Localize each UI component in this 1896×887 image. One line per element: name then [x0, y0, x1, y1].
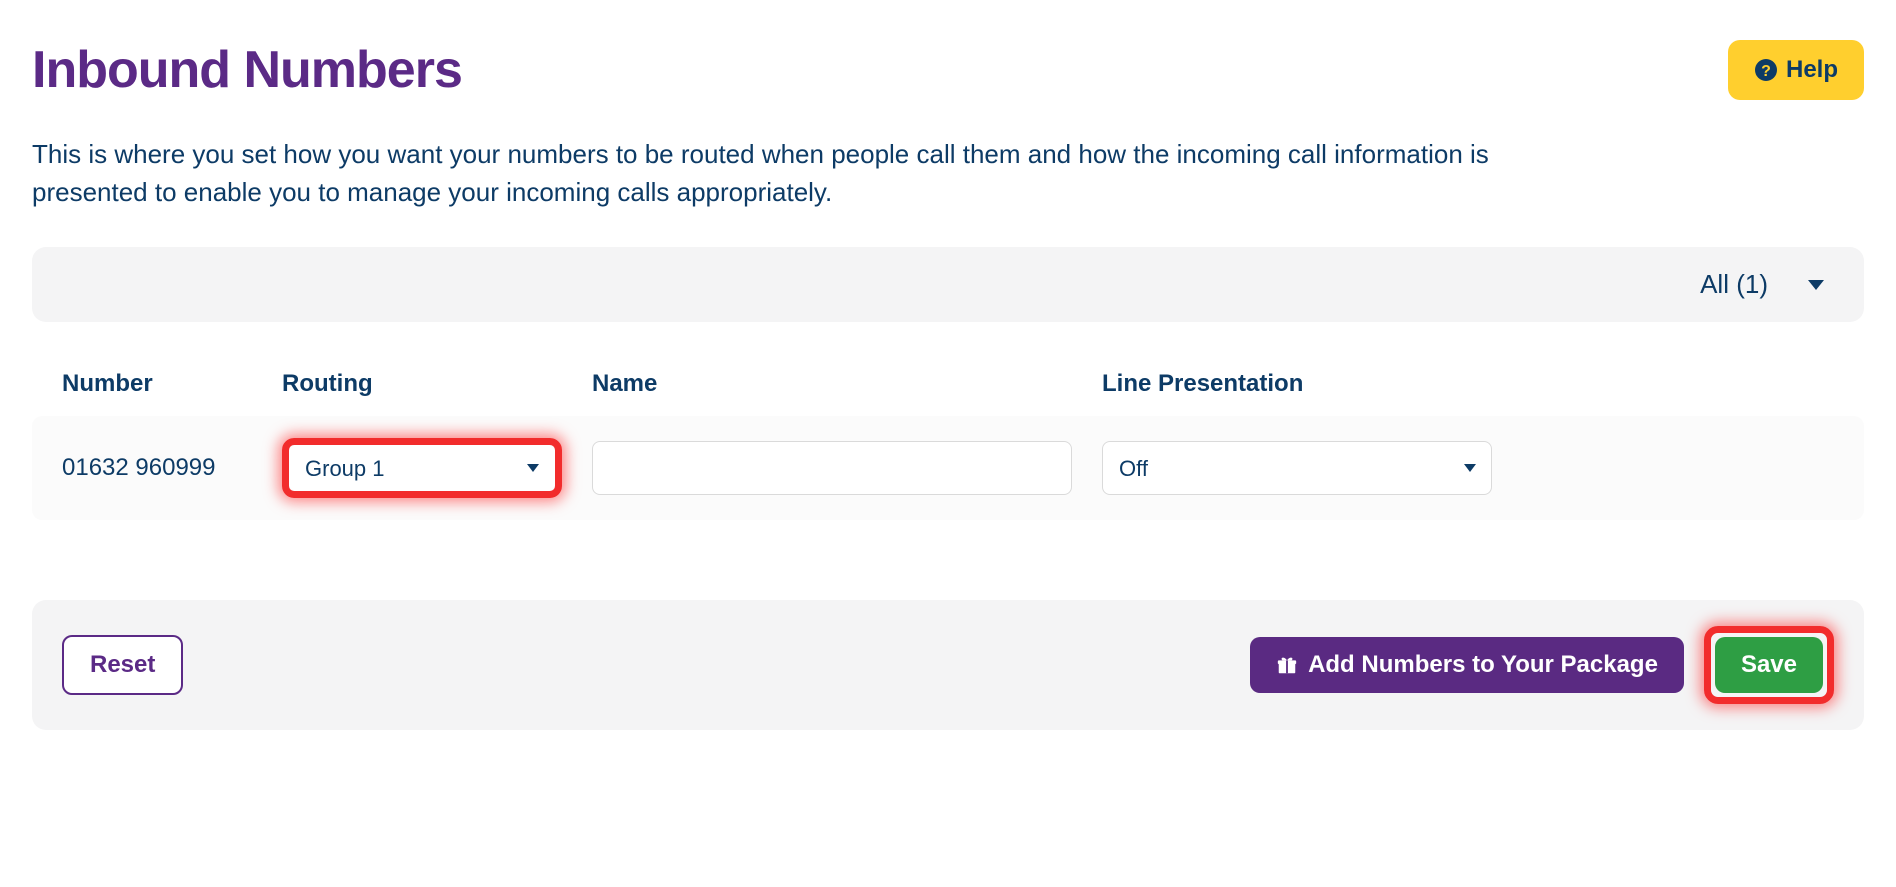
routing-select-highlight: Group 1: [282, 438, 562, 498]
svg-text:?: ?: [1761, 63, 1771, 80]
save-button-highlight: Save: [1704, 626, 1834, 704]
add-numbers-button[interactable]: Add Numbers to Your Package: [1250, 637, 1684, 693]
actions-bar: Reset Add Numbers to Your Package Save: [32, 600, 1864, 730]
column-name: Name: [592, 352, 1102, 416]
help-icon: ?: [1754, 58, 1778, 82]
help-button[interactable]: ? Help: [1728, 40, 1864, 100]
save-button-label: Save: [1741, 651, 1797, 679]
line-presentation-select[interactable]: Off: [1102, 441, 1492, 495]
cell-number: 01632 960999: [62, 454, 282, 482]
chevron-down-icon[interactable]: [1808, 280, 1824, 290]
filter-selected[interactable]: All (1): [1700, 269, 1768, 300]
numbers-table: Number Routing Name Line Presentation 01…: [32, 352, 1864, 520]
page-title: Inbound Numbers: [32, 40, 462, 100]
column-number: Number: [62, 352, 282, 416]
reset-button-label: Reset: [90, 651, 155, 679]
filter-bar: All (1): [32, 247, 1864, 322]
save-button[interactable]: Save: [1715, 637, 1823, 693]
table-row: 01632 960999 Group 1 Off: [32, 416, 1864, 520]
gift-icon: [1276, 654, 1298, 676]
reset-button[interactable]: Reset: [62, 635, 183, 695]
help-button-label: Help: [1786, 56, 1838, 84]
routing-select[interactable]: Group 1: [289, 445, 555, 491]
page-intro: This is where you set how you want your …: [32, 136, 1532, 211]
column-routing: Routing: [282, 352, 592, 416]
name-input[interactable]: [592, 441, 1072, 495]
column-line-presentation: Line Presentation: [1102, 352, 1522, 416]
table-header: Number Routing Name Line Presentation: [32, 352, 1864, 416]
add-numbers-button-label: Add Numbers to Your Package: [1308, 651, 1658, 679]
